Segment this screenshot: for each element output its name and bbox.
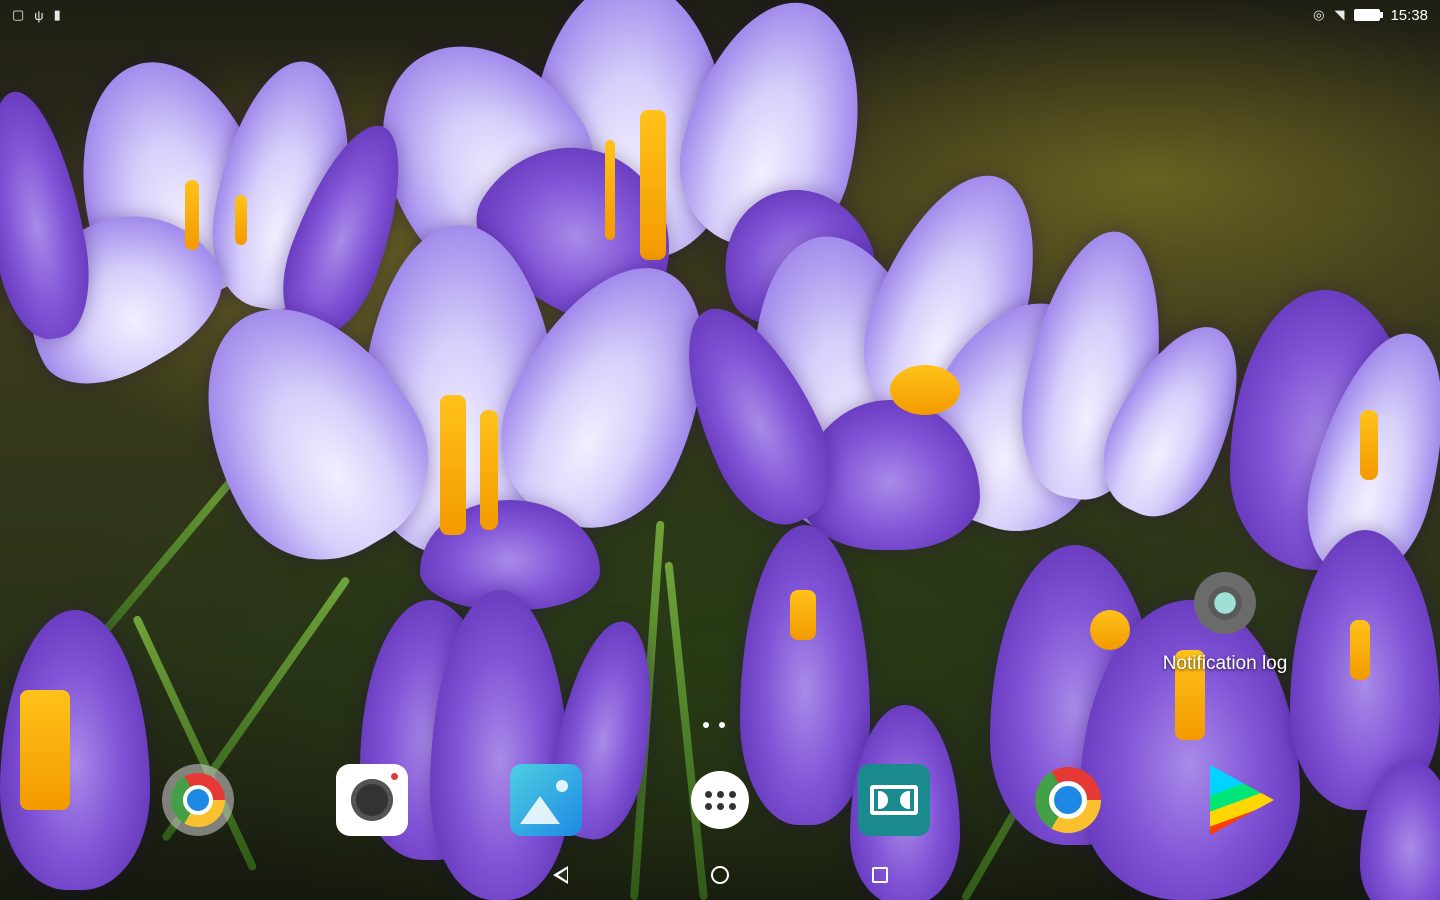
- page-dot: [719, 722, 725, 728]
- gear-icon: [1186, 564, 1264, 642]
- page-indicator: [703, 722, 725, 728]
- status-time: 15:38: [1390, 6, 1428, 24]
- gallery-icon: [510, 764, 582, 836]
- sd-card-icon: ▮: [53, 7, 61, 22]
- page-dot: [703, 722, 709, 728]
- wifi-icon: ◥: [1334, 7, 1345, 22]
- play-store-app[interactable]: [1204, 762, 1280, 838]
- battery-icon: [1354, 9, 1384, 21]
- notification-log-label: Notification log: [1162, 653, 1288, 674]
- dolby-icon: [858, 764, 930, 836]
- chrome-icon: [1035, 767, 1101, 833]
- gallery-app[interactable]: [508, 762, 584, 838]
- status-right-icons: ◎ ◥ 15:38: [1313, 7, 1428, 24]
- back-icon: [552, 866, 568, 884]
- camera-icon: [336, 764, 408, 836]
- home-icon: [711, 866, 729, 884]
- folder-icon: [162, 764, 234, 836]
- camera-app[interactable]: [334, 762, 410, 838]
- data-saver-icon: ◎: [1313, 7, 1325, 22]
- chrome-folder[interactable]: [160, 762, 236, 838]
- recents-button[interactable]: [860, 855, 900, 895]
- status-left-icons: ▢ ψ ▮: [12, 7, 61, 23]
- notification-log-shortcut[interactable]: Notification log: [1150, 564, 1300, 695]
- status-bar: ▢ ψ ▮ ◎ ◥ 15:38: [0, 0, 1440, 30]
- dolby-app[interactable]: [856, 762, 932, 838]
- app-drawer-icon: [691, 771, 749, 829]
- back-button[interactable]: [540, 855, 580, 895]
- play-store-icon: [1210, 765, 1274, 835]
- navigation-bar: [0, 850, 1440, 900]
- recents-icon: [872, 867, 888, 883]
- dock: [160, 760, 1280, 840]
- chrome-app[interactable]: [1030, 762, 1106, 838]
- home-button[interactable]: [700, 855, 740, 895]
- usb-icon: ψ: [34, 7, 44, 23]
- notification-icon: ▢: [12, 7, 25, 22]
- app-drawer-button[interactable]: [682, 762, 758, 838]
- chrome-folder-icon: [171, 773, 225, 827]
